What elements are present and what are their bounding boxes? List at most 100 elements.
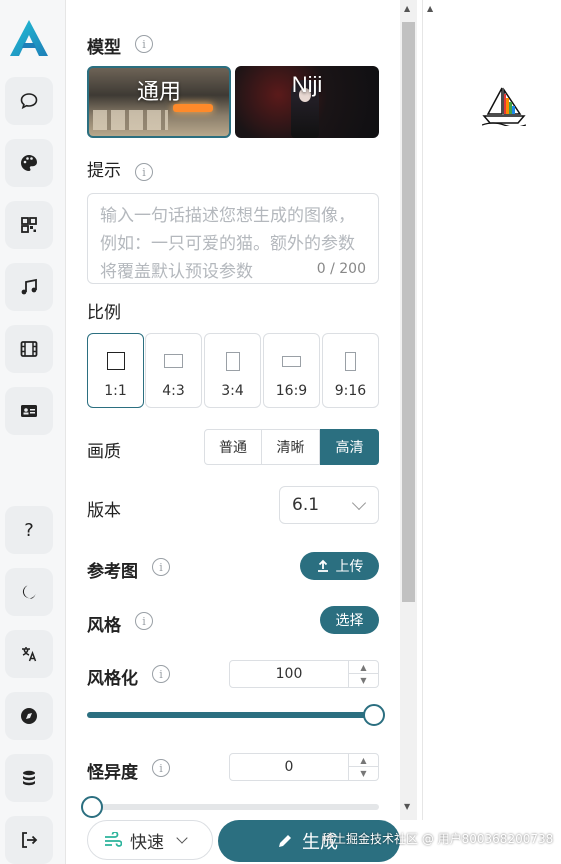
ratio-option-3-4[interactable]: 3:4 <box>204 333 261 408</box>
moon-icon <box>22 585 36 599</box>
chevron-up-icon[interactable]: ▲ <box>349 661 378 674</box>
ratio-label-text: 3:4 <box>221 383 244 399</box>
scroll-up-arrow[interactable]: ▲ <box>427 4 433 13</box>
info-icon[interactable]: i <box>152 759 170 777</box>
scroll-down-arrow[interactable]: ▼ <box>404 802 410 811</box>
speed-mode-select[interactable]: 快速 <box>87 820 213 860</box>
ratio-label-text: 9:16 <box>334 383 367 399</box>
ratio-option-4-3[interactable]: 4:3 <box>145 333 202 408</box>
watermark-text: 稀土掘金技术社区 @ 用户800368200738 <box>322 832 554 846</box>
portrait-shape-icon <box>225 352 240 371</box>
qrcode-button[interactable] <box>5 201 53 249</box>
model-card-general[interactable]: 通用 <box>87 66 231 138</box>
style-select-button[interactable]: 选择 <box>320 606 379 634</box>
model-card-label: 通用 <box>136 79 181 104</box>
stylize-number-input[interactable]: 100 ▲ ▼ <box>229 660 379 688</box>
stylize-stepper[interactable]: ▲ ▼ <box>348 661 378 687</box>
icon-rail: ? <box>0 0 66 864</box>
style-label: 风格 <box>87 616 121 636</box>
square-shape-icon <box>106 352 125 370</box>
chevron-down-icon[interactable]: ▼ <box>349 767 378 780</box>
sailboat-logo-icon <box>482 87 526 126</box>
info-icon[interactable]: i <box>135 35 153 53</box>
help-icon: ? <box>24 519 34 541</box>
stylize-slider-handle[interactable] <box>363 704 385 726</box>
content-scrollbar[interactable]: ▲ <box>422 0 439 820</box>
prompt-textarea[interactable]: 输入一句话描述您想生成的图像，例如：一只可爱的猫。额外的参数将覆盖默认预设参数 … <box>87 193 379 284</box>
quality-option-normal[interactable]: 普通 <box>204 429 262 465</box>
pen-icon <box>279 835 291 847</box>
chaos-stepper[interactable]: ▲ ▼ <box>348 754 378 780</box>
upload-icon <box>317 559 328 572</box>
chevron-down-icon <box>176 832 188 844</box>
ratio-label-text: 1:1 <box>104 383 127 399</box>
chaos-slider[interactable] <box>81 796 379 818</box>
stylize-value: 100 <box>275 666 303 682</box>
model-card-label: Niji <box>291 72 323 97</box>
ratio-option-1-1[interactable]: 1:1 <box>87 333 144 408</box>
char-counter: 0 / 200 <box>316 261 366 277</box>
ratio-label-text: 16:9 <box>275 383 308 399</box>
compass-icon <box>21 708 37 724</box>
wide-shape-icon <box>282 356 301 367</box>
tall-shape-icon <box>345 352 356 371</box>
ratio-label: 比例 <box>87 303 121 323</box>
landscape-shape-icon <box>164 354 183 368</box>
app-logo-icon[interactable] <box>8 18 50 58</box>
palette-button[interactable] <box>5 139 53 187</box>
version-value: 6.1 <box>292 495 320 515</box>
chaos-value: 0 <box>284 759 294 775</box>
upload-button[interactable]: 上传 <box>300 552 379 580</box>
theme-button[interactable] <box>5 568 53 616</box>
upload-label: 上传 <box>335 559 364 575</box>
stylize-slider[interactable] <box>87 704 385 726</box>
logout-button[interactable] <box>5 816 53 864</box>
ratio-option-16-9[interactable]: 16:9 <box>263 333 320 408</box>
id-card-button[interactable] <box>5 387 53 435</box>
help-button[interactable]: ? <box>5 506 53 554</box>
reference-label: 参考图 <box>87 562 138 582</box>
quality-option-hd[interactable]: 高清 <box>320 429 379 465</box>
chaos-number-input[interactable]: 0 ▲ ▼ <box>229 753 379 781</box>
translate-icon <box>22 647 37 662</box>
stylize-label: 风格化 <box>87 669 138 689</box>
model-card-niji[interactable]: Niji <box>235 66 379 138</box>
settings-panel: 模型 i 通用 Niji 提示 i 输入一句话描述您想生成的图像，例如：一只可爱… <box>67 0 400 864</box>
id-card-icon <box>21 405 37 417</box>
scroll-up-arrow[interactable]: ▲ <box>404 4 410 13</box>
chat-button[interactable] <box>5 77 53 125</box>
panel-scrollbar[interactable]: ▲ ▼ <box>400 0 417 820</box>
info-icon[interactable]: i <box>135 163 153 181</box>
info-icon[interactable]: i <box>152 665 170 683</box>
wind-speed-icon <box>105 832 122 847</box>
content-area <box>440 0 561 864</box>
info-icon[interactable]: i <box>135 612 153 630</box>
music-button[interactable] <box>5 263 53 311</box>
version-select[interactable]: 6.1 <box>279 486 379 524</box>
info-icon[interactable]: i <box>152 558 170 576</box>
coins-icon <box>23 770 35 786</box>
prompt-label: 提示 <box>87 161 121 181</box>
logout-icon <box>22 832 38 848</box>
palette-icon <box>21 155 37 171</box>
chevron-up-icon[interactable]: ▲ <box>349 754 378 767</box>
compass-button[interactable] <box>5 692 53 740</box>
film-icon <box>20 341 38 357</box>
chat-icon <box>20 93 38 110</box>
coins-button[interactable] <box>5 754 53 802</box>
ratio-label-text: 4:3 <box>162 383 185 399</box>
qrcode-icon <box>21 217 37 233</box>
speed-label: 快速 <box>130 832 164 853</box>
chevron-down-icon[interactable]: ▼ <box>349 674 378 687</box>
translate-button[interactable] <box>5 630 53 678</box>
ratio-option-9-16[interactable]: 9:16 <box>322 333 379 408</box>
film-button[interactable] <box>5 325 53 373</box>
chaos-slider-handle[interactable] <box>81 796 103 818</box>
quality-label: 画质 <box>87 442 121 462</box>
music-icon <box>21 278 37 295</box>
scrollbar-thumb[interactable] <box>402 22 415 602</box>
chevron-down-icon <box>351 495 367 511</box>
chaos-label: 怪异度 <box>87 763 138 783</box>
model-label: 模型 <box>87 38 121 58</box>
quality-option-clear[interactable]: 清晰 <box>261 429 320 465</box>
